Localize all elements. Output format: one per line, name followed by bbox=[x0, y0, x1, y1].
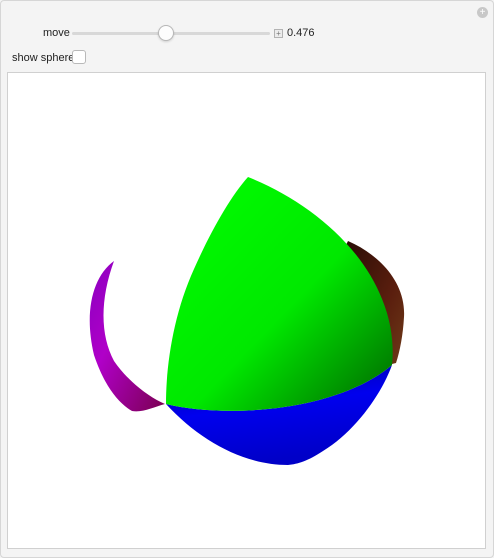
show-sphere-label: show sphere bbox=[12, 52, 75, 64]
move-slider[interactable] bbox=[72, 25, 270, 41]
green-surface bbox=[166, 177, 393, 411]
plus-circle-icon[interactable]: + bbox=[477, 7, 488, 18]
plus-icon[interactable]: + bbox=[274, 29, 283, 38]
plot-area[interactable] bbox=[7, 72, 486, 549]
move-value: 0.476 bbox=[287, 27, 315, 39]
magenta-surface bbox=[89, 261, 165, 412]
slider-thumb[interactable] bbox=[158, 25, 175, 41]
show-sphere-checkbox[interactable] bbox=[72, 50, 86, 64]
3d-graphic bbox=[89, 177, 405, 465]
move-label: move bbox=[43, 27, 70, 39]
